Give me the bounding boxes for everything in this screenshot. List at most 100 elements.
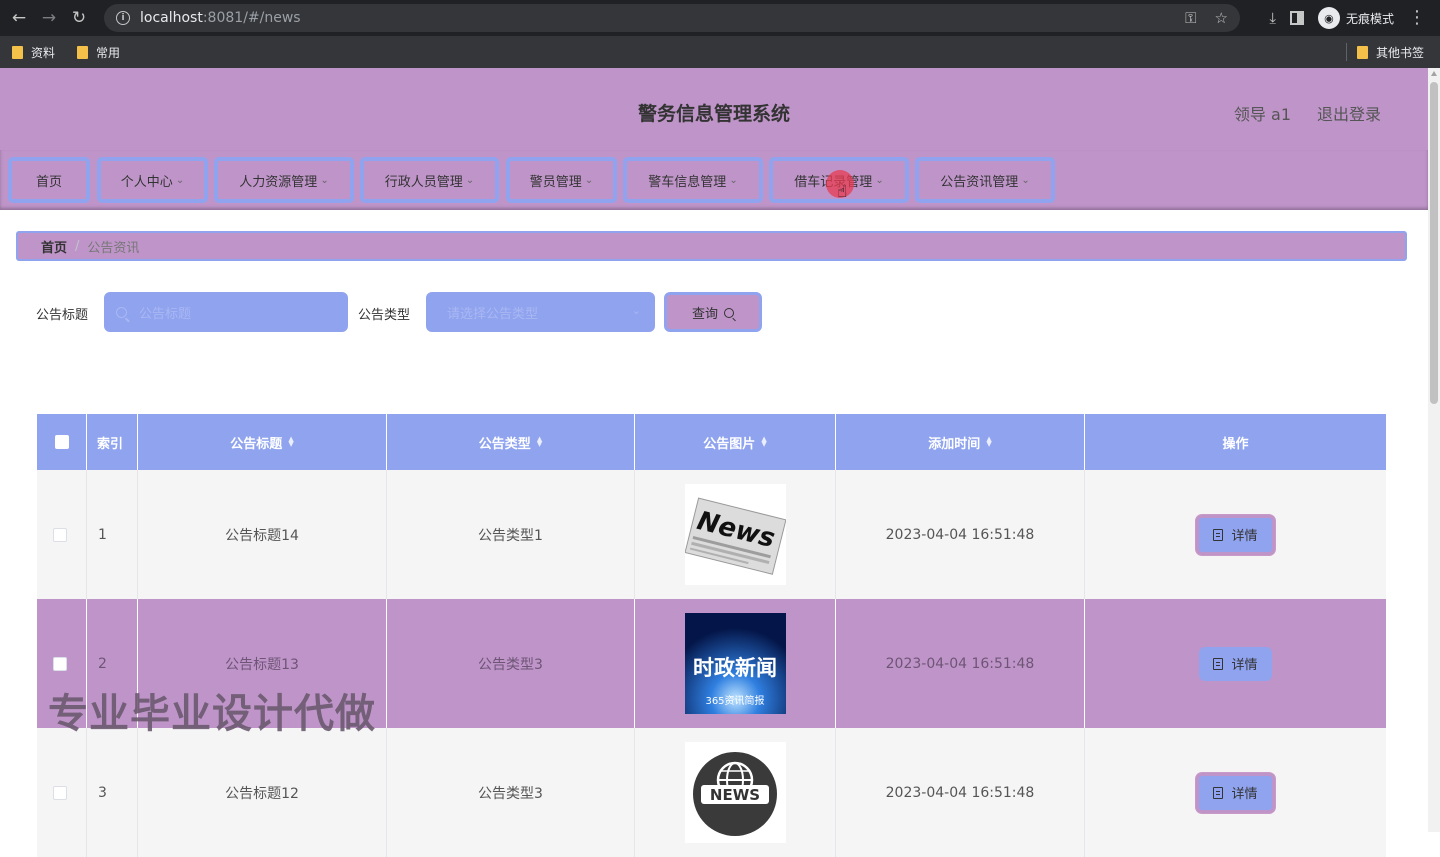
image-subcaption: 365资讯简报 — [705, 694, 764, 707]
folder-icon — [77, 45, 89, 59]
menu-item-announcement-management[interactable]: 公告资讯管理 ⌄ — [915, 157, 1055, 203]
type-select-placeholder: 请选择公告类型 — [447, 306, 539, 322]
menu-item-label: 警车信息管理 — [648, 174, 727, 190]
type-cell: 公告类型3 — [387, 599, 635, 728]
menu-item-label: 人力资源管理 — [239, 174, 318, 190]
chevron-down-icon: ⌄ — [631, 304, 641, 317]
detail-button[interactable]: 详情 — [1196, 772, 1275, 813]
scroll-up-icon[interactable] — [1431, 71, 1437, 76]
detail-button[interactable]: 详情 — [1196, 514, 1275, 555]
column-label: 索引 — [97, 436, 124, 452]
row-checkbox[interactable] — [53, 656, 67, 671]
title-search-placeholder: 公告标题 — [139, 306, 192, 322]
logout-link[interactable]: 退出登录 — [1317, 101, 1381, 125]
row-checkbox[interactable] — [53, 527, 67, 542]
select-all-checkbox[interactable] — [54, 435, 69, 449]
column-header-index: 索引 — [87, 414, 138, 470]
menu-item-label: 公告资讯管理 — [940, 174, 1019, 190]
news-globe-image[interactable]: NEWS — [684, 742, 786, 843]
sort-icon[interactable]: ▲ ▼ — [537, 436, 542, 448]
table-header: 索引 公告标题 ▲ ▼ 公告类型 ▲ ▼ 公告图片 ▲ ▼ 添加时间 ▲ ▼ 操作 — [37, 414, 1386, 470]
forward-icon[interactable]: → — [38, 7, 60, 29]
sort-icon[interactable]: ▲ ▼ — [986, 436, 991, 448]
breadcrumb-home[interactable]: 首页 — [41, 237, 67, 256]
bookmark-label: 常用 — [96, 45, 121, 60]
chevron-down-icon: ⌄ — [465, 174, 475, 186]
bookmark-folder-other[interactable]: 其他书签 — [1356, 44, 1424, 61]
image-caption: NEWS — [709, 786, 759, 804]
current-user: 领导 a1 — [1233, 105, 1291, 124]
news-political-image[interactable]: 时政新闻 365资讯简报 — [684, 613, 786, 714]
main-content: 首页 / 公告资讯 公告标题 公告标题 公告类型 请选择公告类型 ⌄ 查询 索引 — [0, 210, 1428, 857]
url-path: :8081/#/news — [202, 10, 301, 26]
chevron-down-icon: ⌄ — [1021, 174, 1030, 186]
time-cell: 2023-04-04 16:51:48 — [836, 728, 1085, 857]
chevron-down-icon: ⌄ — [729, 174, 738, 186]
bookmark-folder-changyong[interactable]: 常用 — [77, 44, 120, 61]
column-header-image[interactable]: 公告图片 ▲ ▼ — [635, 414, 836, 470]
column-header-title[interactable]: 公告标题 ▲ ▼ — [138, 414, 387, 470]
column-header-time[interactable]: 添加时间 ▲ ▼ — [836, 414, 1085, 470]
column-header-type[interactable]: 公告类型 ▲ ▼ — [387, 414, 635, 470]
scrollbar-thumb[interactable] — [1430, 82, 1438, 404]
menu-item-home[interactable]: 首页 — [8, 157, 90, 203]
more-menu-icon[interactable]: ⋮ — [1408, 9, 1426, 27]
type-select[interactable]: 请选择公告类型 ⌄ — [426, 292, 655, 332]
page-scrollbar[interactable] — [1428, 68, 1440, 832]
column-label: 公告标题 — [230, 436, 283, 452]
bookmark-folder-ziliao[interactable]: 资料 — [12, 44, 55, 61]
back-icon[interactable]: ← — [8, 7, 30, 29]
search-icon — [116, 306, 127, 318]
chevron-down-icon: ⌄ — [875, 174, 884, 186]
incognito-icon: ◉ — [1317, 7, 1340, 29]
column-label: 操作 — [1222, 436, 1249, 452]
title-filter-label: 公告标题 — [36, 308, 89, 323]
reload-icon[interactable]: ↻ — [68, 7, 90, 29]
detail-button-label: 详情 — [1231, 658, 1258, 673]
side-panel-icon[interactable] — [1289, 11, 1304, 25]
table-row: 3 公告标题12 公告类型3 NEWS 2023-04-04 16:51:48 … — [37, 728, 1386, 857]
image-cell: 时政新闻 365资讯简报 — [635, 599, 836, 728]
info-icon[interactable]: i — [116, 11, 130, 25]
query-button[interactable]: 查询 — [664, 292, 762, 332]
star-icon[interactable]: ☆ — [1215, 9, 1228, 27]
folder-icon — [1356, 45, 1368, 59]
chevron-down-icon: ⌄ — [320, 174, 329, 186]
menu-item-personal-center[interactable]: 个人中心 ⌄ — [97, 157, 208, 203]
app-header: 警务信息管理系统 领导 a1 退出登录 — [0, 68, 1428, 150]
detail-button-label: 详情 — [1231, 529, 1258, 544]
key-icon[interactable]: ⚿ — [1185, 9, 1196, 27]
breadcrumb-separator: / — [75, 238, 80, 254]
index-cell: 3 — [87, 728, 138, 857]
image-caption: 时政新闻 — [693, 656, 777, 680]
column-header-actions: 操作 — [1085, 414, 1386, 470]
detail-button[interactable]: 详情 — [1199, 646, 1272, 681]
title-search-input[interactable]: 公告标题 — [104, 292, 348, 332]
title-cell: 公告标题12 — [138, 728, 387, 857]
sort-icon[interactable]: ▲ ▼ — [761, 436, 766, 448]
menu-item-admin-staff-management[interactable]: 行政人员管理 ⌄ — [360, 157, 499, 203]
breadcrumb-current: 公告资讯 — [87, 240, 140, 256]
menu-item-police-car-management[interactable]: 警车信息管理 ⌄ — [623, 157, 763, 203]
incognito-indicator[interactable]: ◉ 无痕模式 — [1317, 7, 1394, 29]
hand-pointer-icon: ☝ — [837, 182, 848, 202]
row-checkbox[interactable] — [53, 785, 67, 800]
main-menu: 首页 个人中心⌄ 人力资源管理⌄ 行政人员管理⌄ 警员管理⌄ 警车信息管理⌄ 借… — [0, 150, 1428, 210]
news-paper-image[interactable]: News — [684, 484, 786, 585]
sort-icon[interactable]: ▲ ▼ — [288, 436, 293, 448]
menu-item-hr-management[interactable]: 人力资源管理 ⌄ — [214, 157, 354, 203]
column-label: 公告图片 — [703, 436, 756, 452]
actions-cell: 详情 — [1085, 470, 1386, 599]
row-select-cell — [37, 728, 87, 857]
bookmarks-bar: 资料 常用 其他书签 — [0, 36, 1440, 68]
type-cell: 公告类型3 — [387, 728, 635, 857]
document-icon — [1213, 786, 1224, 799]
download-icon[interactable]: ⤓ — [1269, 9, 1276, 27]
watermark-text: 专业毕业设计代做 — [48, 691, 376, 737]
chevron-down-icon: ⌄ — [175, 174, 185, 186]
menu-item-label: 首页 — [35, 174, 62, 190]
menu-item-officer-management[interactable]: 警员管理 ⌄ — [506, 157, 617, 203]
address-bar[interactable]: i localhost:8081/#/news ⚿ ☆ — [104, 4, 1240, 32]
title-cell: 公告标题14 — [138, 470, 387, 599]
time-cell: 2023-04-04 16:51:48 — [836, 599, 1085, 728]
